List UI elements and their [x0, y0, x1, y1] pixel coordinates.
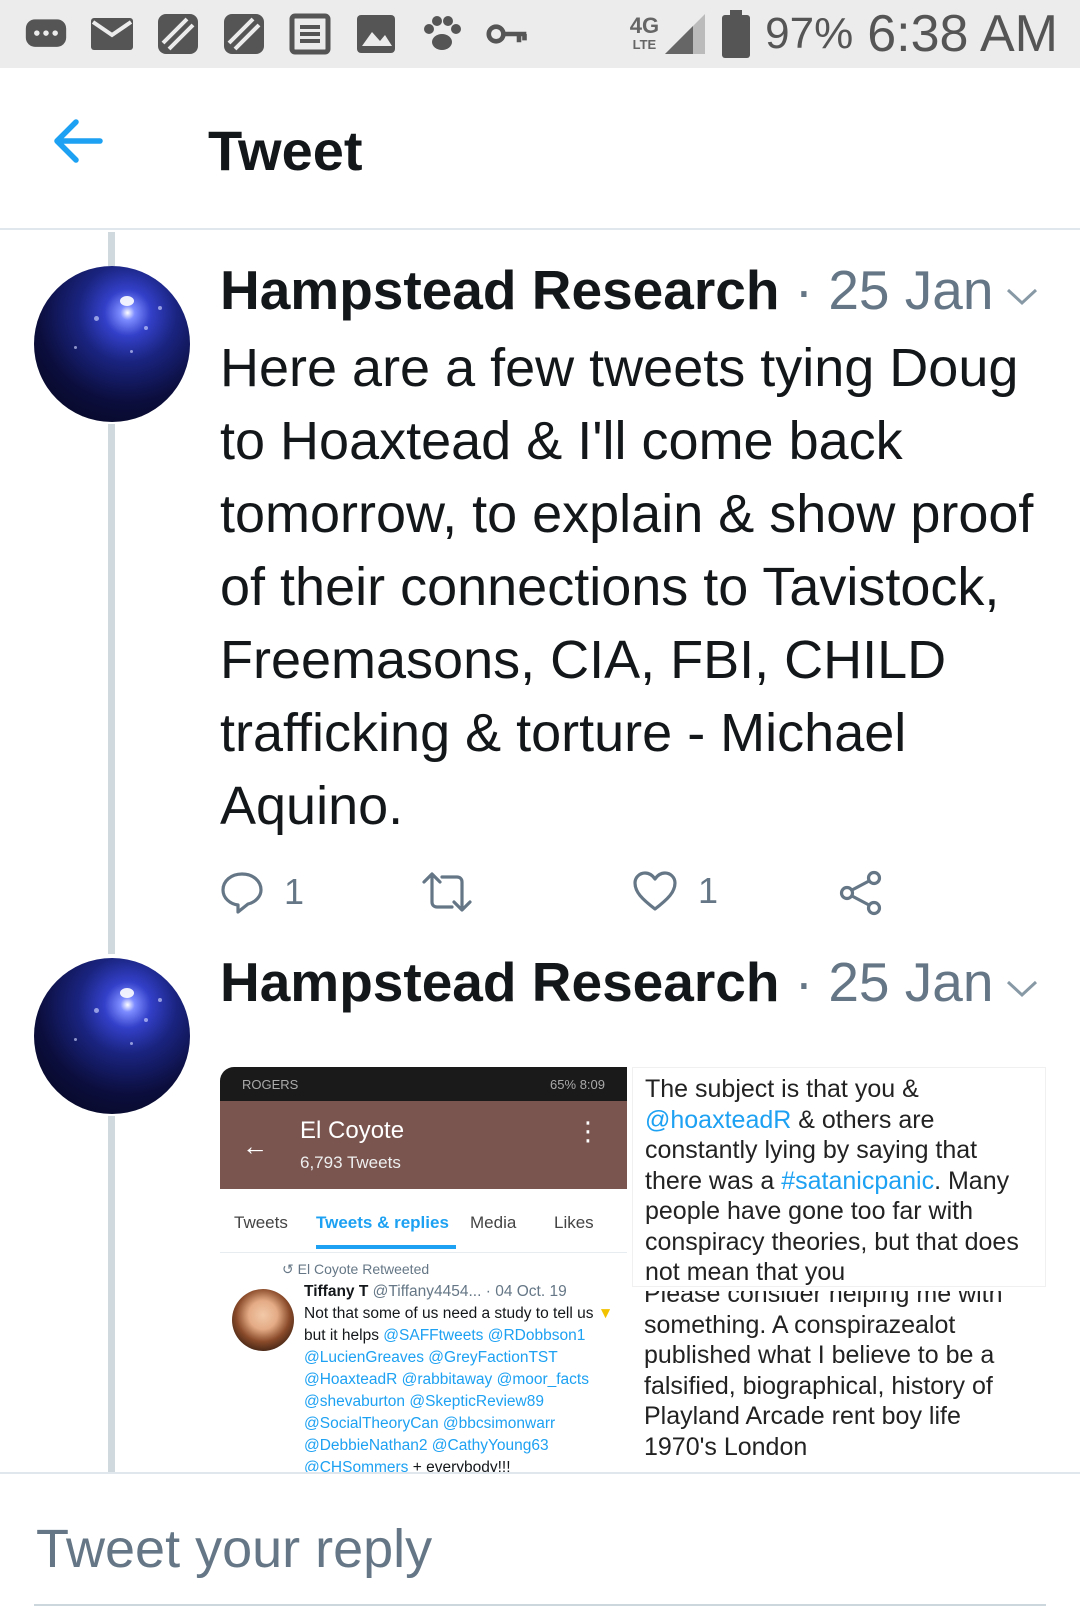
tweet-header: Hampstead Research · 25 Jan — [220, 950, 993, 1014]
news-icon — [288, 13, 332, 55]
reply-bar: Tweet your reply — [0, 1472, 1080, 1620]
retweet-icon — [422, 872, 472, 912]
separator: · — [794, 951, 814, 1013]
embedded-date: · 04 Oct. 19 — [485, 1283, 567, 1300]
network-sub-label: LTE — [632, 37, 657, 52]
embedded-author-name: Tiffany T — [304, 1283, 369, 1300]
avatar[interactable] — [34, 958, 190, 1114]
reply-input[interactable]: Tweet your reply — [36, 1518, 432, 1580]
signal-icon — [665, 14, 706, 54]
embedded-profile-name: El Coyote — [300, 1117, 405, 1144]
author-name[interactable]: Hampstead Research — [220, 951, 779, 1013]
embedded-status-bar: ROGERS 65% 8:09 — [220, 1067, 627, 1101]
clock: 6:38 AM — [867, 5, 1058, 63]
media-image-right-top[interactable]: The subject is that you & @hoaxteadR & o… — [632, 1067, 1046, 1287]
messaging-icon — [24, 14, 68, 54]
thread-line-middle — [108, 424, 115, 954]
embedded-text-2: but it helps — [304, 1327, 379, 1344]
blackberry-icon — [156, 14, 200, 54]
embedded-message-bottom: Please consider helping me with somethin… — [644, 1291, 1003, 1461]
email-icon — [90, 14, 134, 54]
network-label: 4G — [629, 13, 660, 38]
avatar[interactable] — [34, 266, 190, 422]
media-image-right-bottom[interactable]: Please consider helping me with somethin… — [632, 1291, 1046, 1472]
embedded-tail: + everybody!!! — [412, 1459, 511, 1472]
tweet-date[interactable]: 25 Jan — [828, 259, 993, 321]
embedded-mentions: @SAFFtweets @RDobbson1 @LucienGreaves @G… — [304, 1327, 589, 1472]
embedded-tweet-count: 6,793 Tweets — [300, 1153, 401, 1172]
embedded-tab-likes: Likes — [554, 1213, 594, 1232]
battery-icon — [722, 10, 751, 58]
reply-icon — [221, 872, 263, 914]
embedded-message-top: The subject is that you & @hoaxteadR & o… — [645, 1075, 1019, 1286]
embedded-time: 8:09 — [579, 1076, 605, 1092]
retweet-icon: ↺ — [282, 1261, 294, 1277]
embedded-profile-header: ← El Coyote 6,793 Tweets ⋮ — [220, 1101, 627, 1189]
paw-icon — [420, 14, 464, 54]
thread-line-bottom — [108, 1116, 115, 1472]
status-bar: 4G LTE 97% 6:38 AM — [0, 0, 1080, 68]
retweet-button[interactable] — [420, 870, 474, 914]
tweet-header: Hampstead Research · 25 Jan — [220, 258, 993, 322]
author-name[interactable]: Hampstead Research — [220, 259, 779, 321]
more-options-icon: ⋮ — [575, 1116, 601, 1146]
blackberry-icon — [222, 14, 266, 54]
embedded-text: Not that some of us need a study to tell… — [304, 1305, 594, 1322]
like-button[interactable]: 1 — [632, 870, 718, 912]
media-image-left[interactable]: ROGERS 65% 8:09 ← El Coyote 6,793 Tweets… — [220, 1067, 627, 1472]
tweet-text: Here are a few tweets tying Doug to Hoax… — [220, 338, 1034, 836]
chevron-down-icon[interactable] — [1004, 976, 1040, 1000]
thread-line-top — [108, 232, 115, 266]
notification-icons — [24, 12, 530, 56]
app-header: Tweet — [0, 68, 1080, 230]
mention-link: @hoaxteadR — [645, 1105, 792, 1134]
back-arrow-icon — [54, 119, 103, 163]
embedded-tab-replies: Tweets & replies — [316, 1213, 449, 1232]
separator: · — [794, 259, 814, 321]
reply-button[interactable]: 1 — [220, 870, 304, 914]
chevron-down-icon[interactable] — [1004, 284, 1040, 308]
page-title: Tweet — [208, 119, 363, 182]
back-arrow-icon: ← — [242, 1131, 268, 1161]
embedded-retweet-label: ↺ El Coyote Retweeted — [282, 1261, 430, 1277]
gallery-icon — [354, 14, 398, 54]
embedded-battery: 65% — [550, 1076, 577, 1092]
point-down-emoji-icon: ▼ — [597, 1305, 614, 1322]
embedded-tab-media: Media — [470, 1213, 517, 1232]
embedded-tab-tweets: Tweets — [234, 1213, 288, 1232]
share-icon — [839, 870, 882, 916]
like-count: 1 — [698, 870, 719, 911]
back-button[interactable] — [52, 116, 112, 172]
reply-input-underline — [34, 1604, 1046, 1606]
embedded-avatar — [232, 1289, 294, 1351]
embedded-tabs: Tweets Tweets & replies Media Likes — [220, 1189, 627, 1253]
hashtag-link: #satanicpanic — [781, 1166, 935, 1195]
embedded-tab-underline — [316, 1245, 456, 1249]
tweet-date[interactable]: 25 Jan — [828, 951, 993, 1013]
embedded-carrier: ROGERS — [242, 1076, 299, 1092]
tweet-actions: 1 1 — [220, 870, 920, 930]
embedded-tweet-body: Tiffany T @Tiffany4454... · 04 Oct. 19 N… — [304, 1281, 614, 1472]
embedded-author-handle: @Tiffany4454... — [372, 1283, 482, 1300]
battery-percent: 97% — [765, 9, 854, 58]
heart-icon — [633, 871, 677, 911]
share-button[interactable] — [838, 870, 884, 916]
key-icon — [486, 14, 530, 54]
network-indicator: 4G LTE — [630, 12, 707, 56]
reply-count: 1 — [284, 871, 305, 912]
